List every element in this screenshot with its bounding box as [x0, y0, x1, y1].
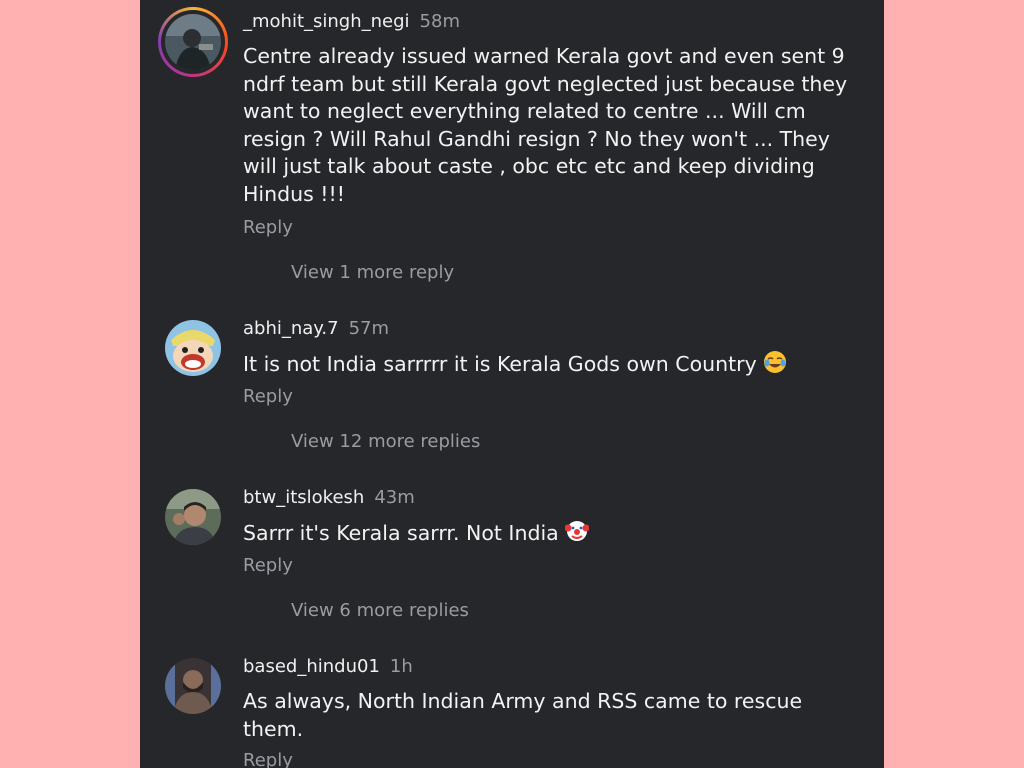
- clown-face-emoji-icon: [564, 519, 590, 551]
- comment-meta: btw_itslokesh 43m: [243, 487, 415, 508]
- story-ring-inner: [161, 10, 225, 74]
- comment-text-content: Sarrr it's Kerala sarrr. Not India: [243, 521, 559, 545]
- story-ring[interactable]: [158, 7, 228, 77]
- avatar-image: [165, 14, 221, 70]
- username[interactable]: based_hindu01: [243, 656, 380, 677]
- reply-button[interactable]: Reply: [243, 386, 293, 407]
- reply-button[interactable]: Reply: [243, 217, 293, 238]
- timestamp: 1h: [389, 656, 413, 677]
- avatar[interactable]: [165, 489, 221, 545]
- comments-panel: _mohit_singh_negi 58m Centre already issu…: [140, 0, 884, 768]
- comment-text: It is not India sarrrrr it is Kerala God…: [243, 350, 853, 382]
- avatar[interactable]: [165, 320, 221, 376]
- avatar-image: [165, 320, 221, 376]
- timestamp: 57m: [348, 318, 390, 339]
- username[interactable]: abhi_nay.7: [243, 318, 339, 339]
- view-more-replies-button[interactable]: View 6 more replies: [291, 600, 469, 621]
- reply-button[interactable]: Reply: [243, 555, 293, 576]
- comment-meta: based_hindu01 1h: [243, 656, 413, 677]
- timestamp: 58m: [419, 11, 460, 32]
- comment-text-content: It is not India sarrrrr it is Kerala God…: [243, 352, 757, 376]
- comment-meta: _mohit_singh_negi 58m: [243, 11, 460, 32]
- username[interactable]: _mohit_singh_negi: [243, 11, 410, 32]
- view-more-replies-button[interactable]: View 1 more reply: [291, 262, 454, 283]
- avatar-image: [165, 658, 221, 714]
- comment-text: Centre already issued warned Kerala govt…: [243, 44, 848, 206]
- username[interactable]: btw_itslokesh: [243, 487, 364, 508]
- comment-text: Sarrr it's Kerala sarrr. Not India: [243, 519, 853, 551]
- view-more-replies-button[interactable]: View 12 more replies: [291, 431, 480, 452]
- avatar[interactable]: [165, 658, 221, 714]
- avatar[interactable]: [165, 14, 221, 70]
- comment-meta: abhi_nay.7 57m: [243, 318, 389, 339]
- reply-button[interactable]: Reply: [243, 750, 293, 768]
- comment-text: As always, North Indian Army and RSS cam…: [243, 689, 803, 741]
- timestamp: 43m: [374, 487, 415, 508]
- tears-of-joy-emoji-icon: [763, 350, 787, 382]
- avatar-image: [165, 489, 221, 545]
